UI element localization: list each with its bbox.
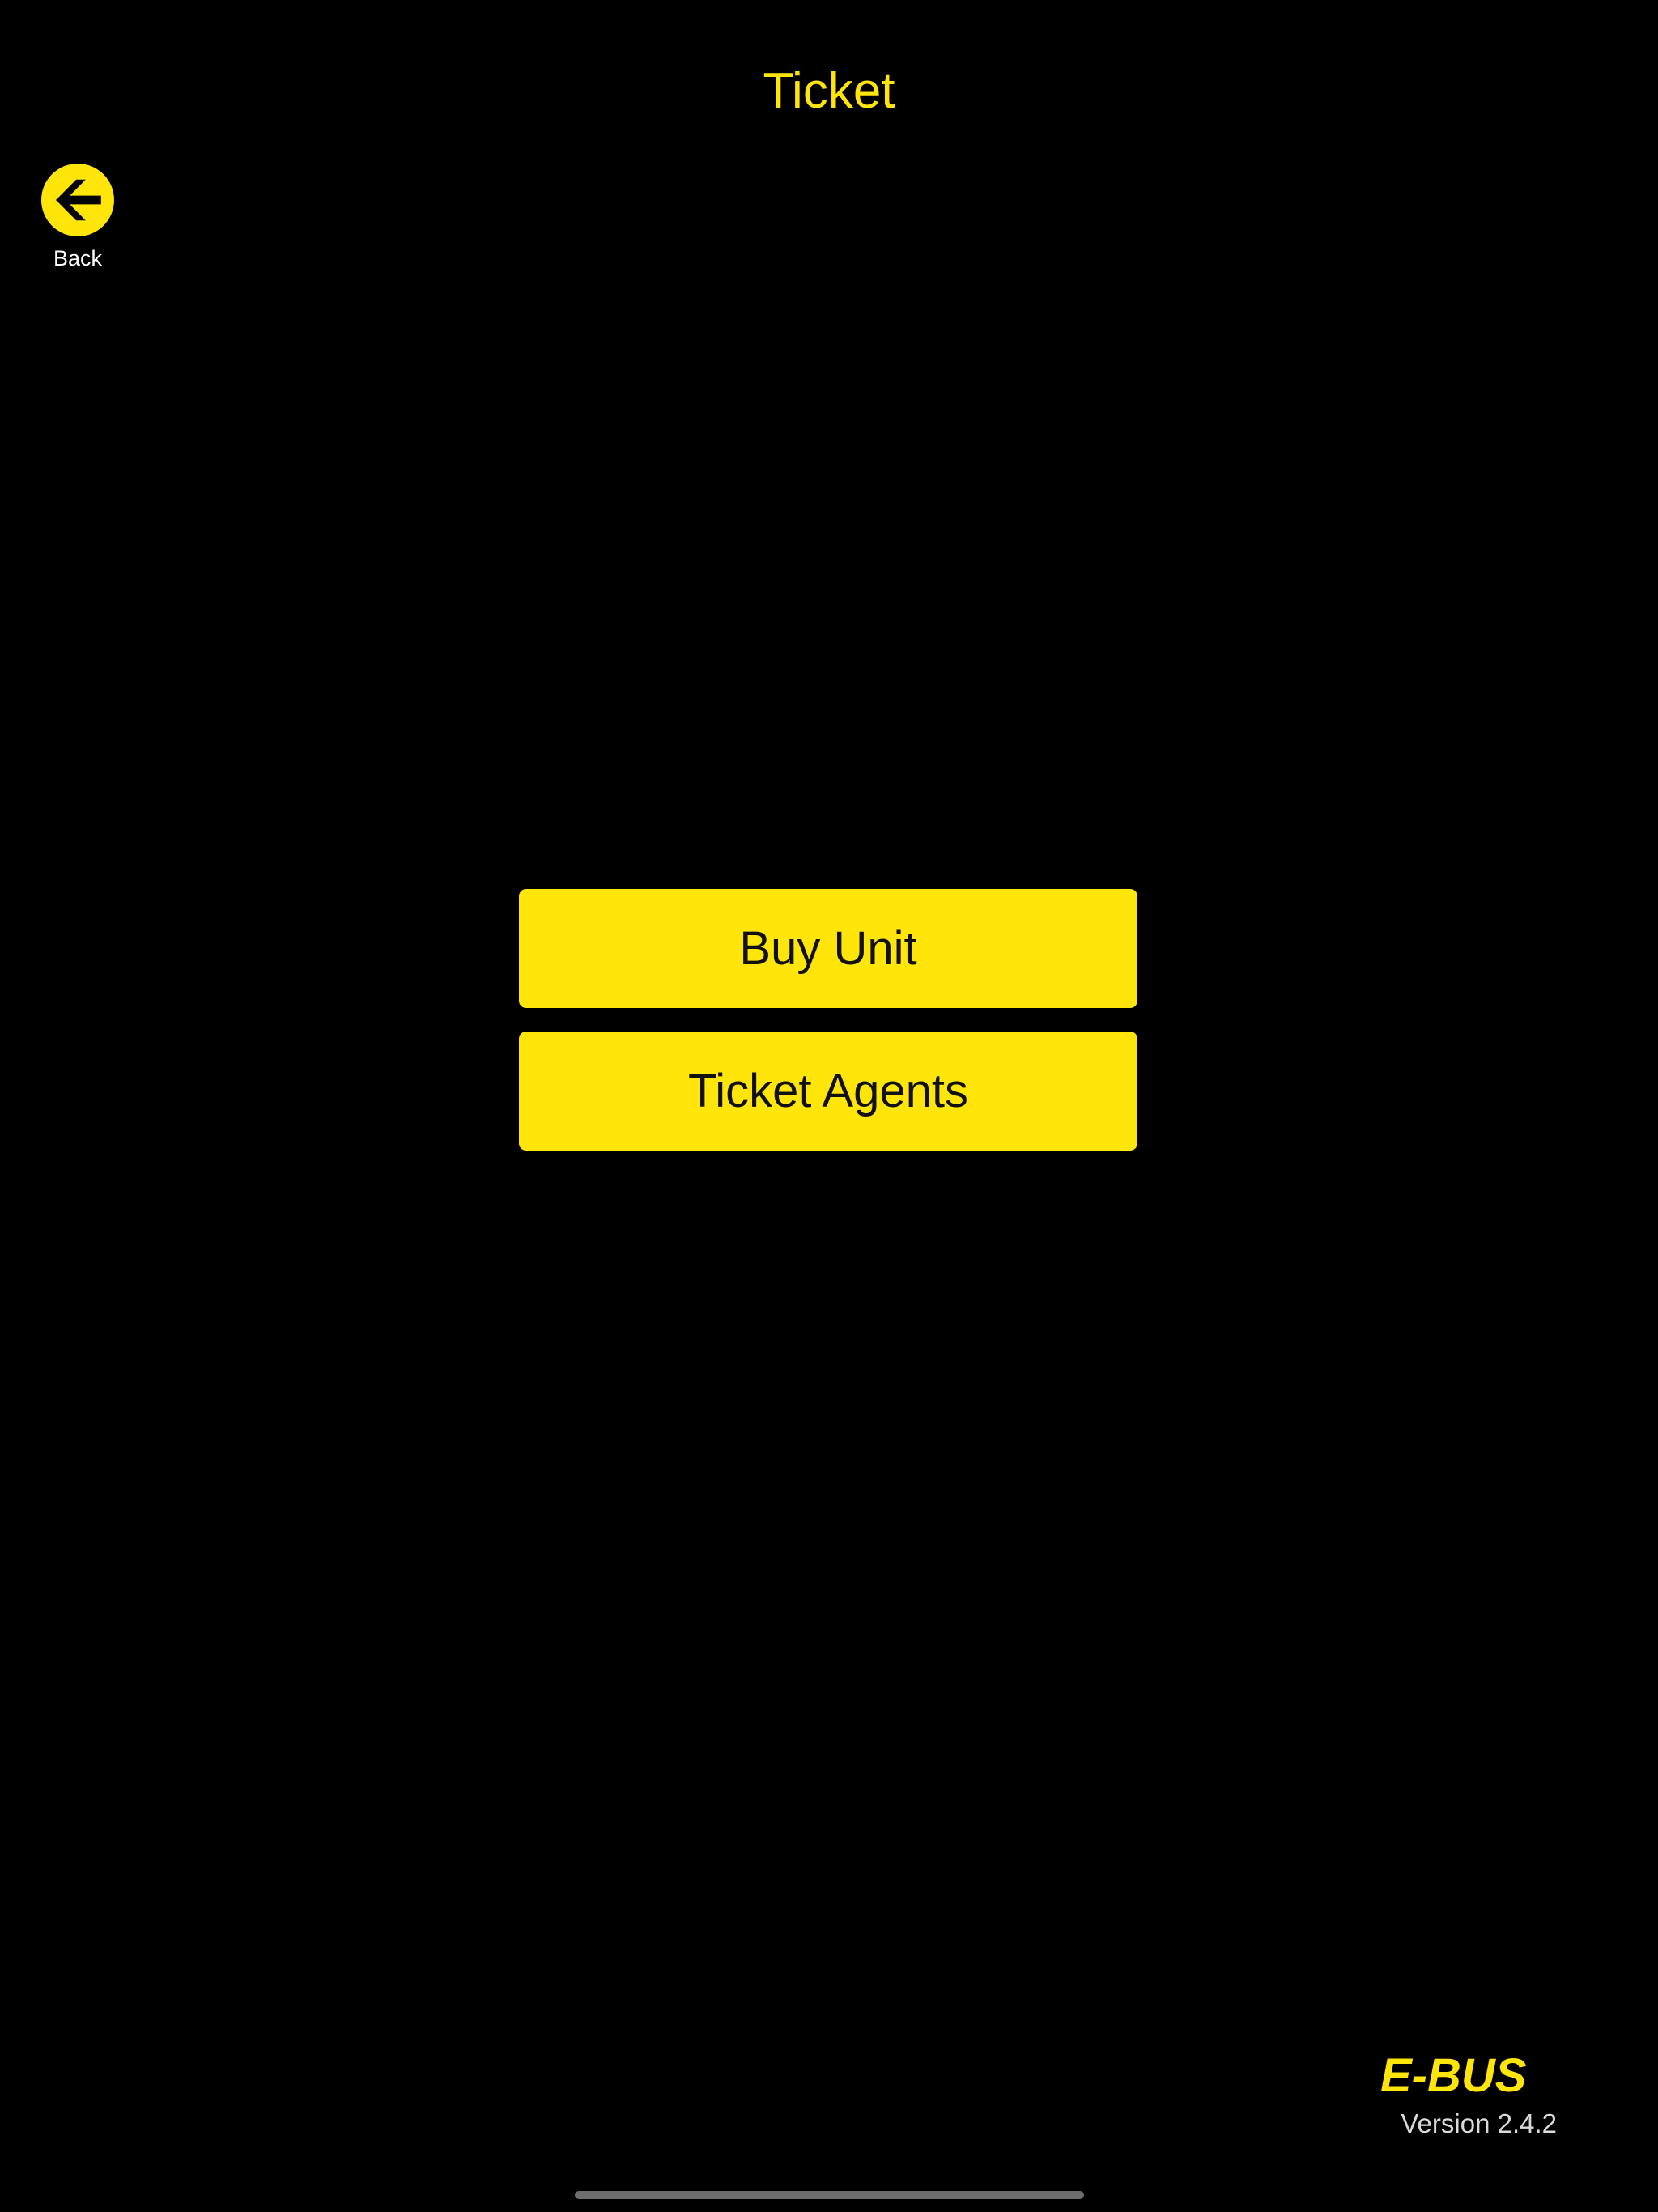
back-label: Back [53,246,103,270]
svg-text:E-BUS: E-BUS [1380,2052,1527,2096]
buy-unit-button[interactable]: Buy Unit [519,889,1137,1008]
app-version: Version 2.4.2 [1401,2108,1557,2138]
arrow-left-circle-icon [41,164,114,236]
ticket-agents-button[interactable]: Ticket Agents [519,1032,1137,1151]
home-indicator[interactable] [575,2191,1084,2199]
ebus-logo: E-BUS [1380,2052,1527,2096]
back-button[interactable]: Back [39,164,117,272]
brand-footer: E-BUS Version 2.4.2 [1380,2052,1557,2140]
page-title: Ticket [763,63,895,119]
